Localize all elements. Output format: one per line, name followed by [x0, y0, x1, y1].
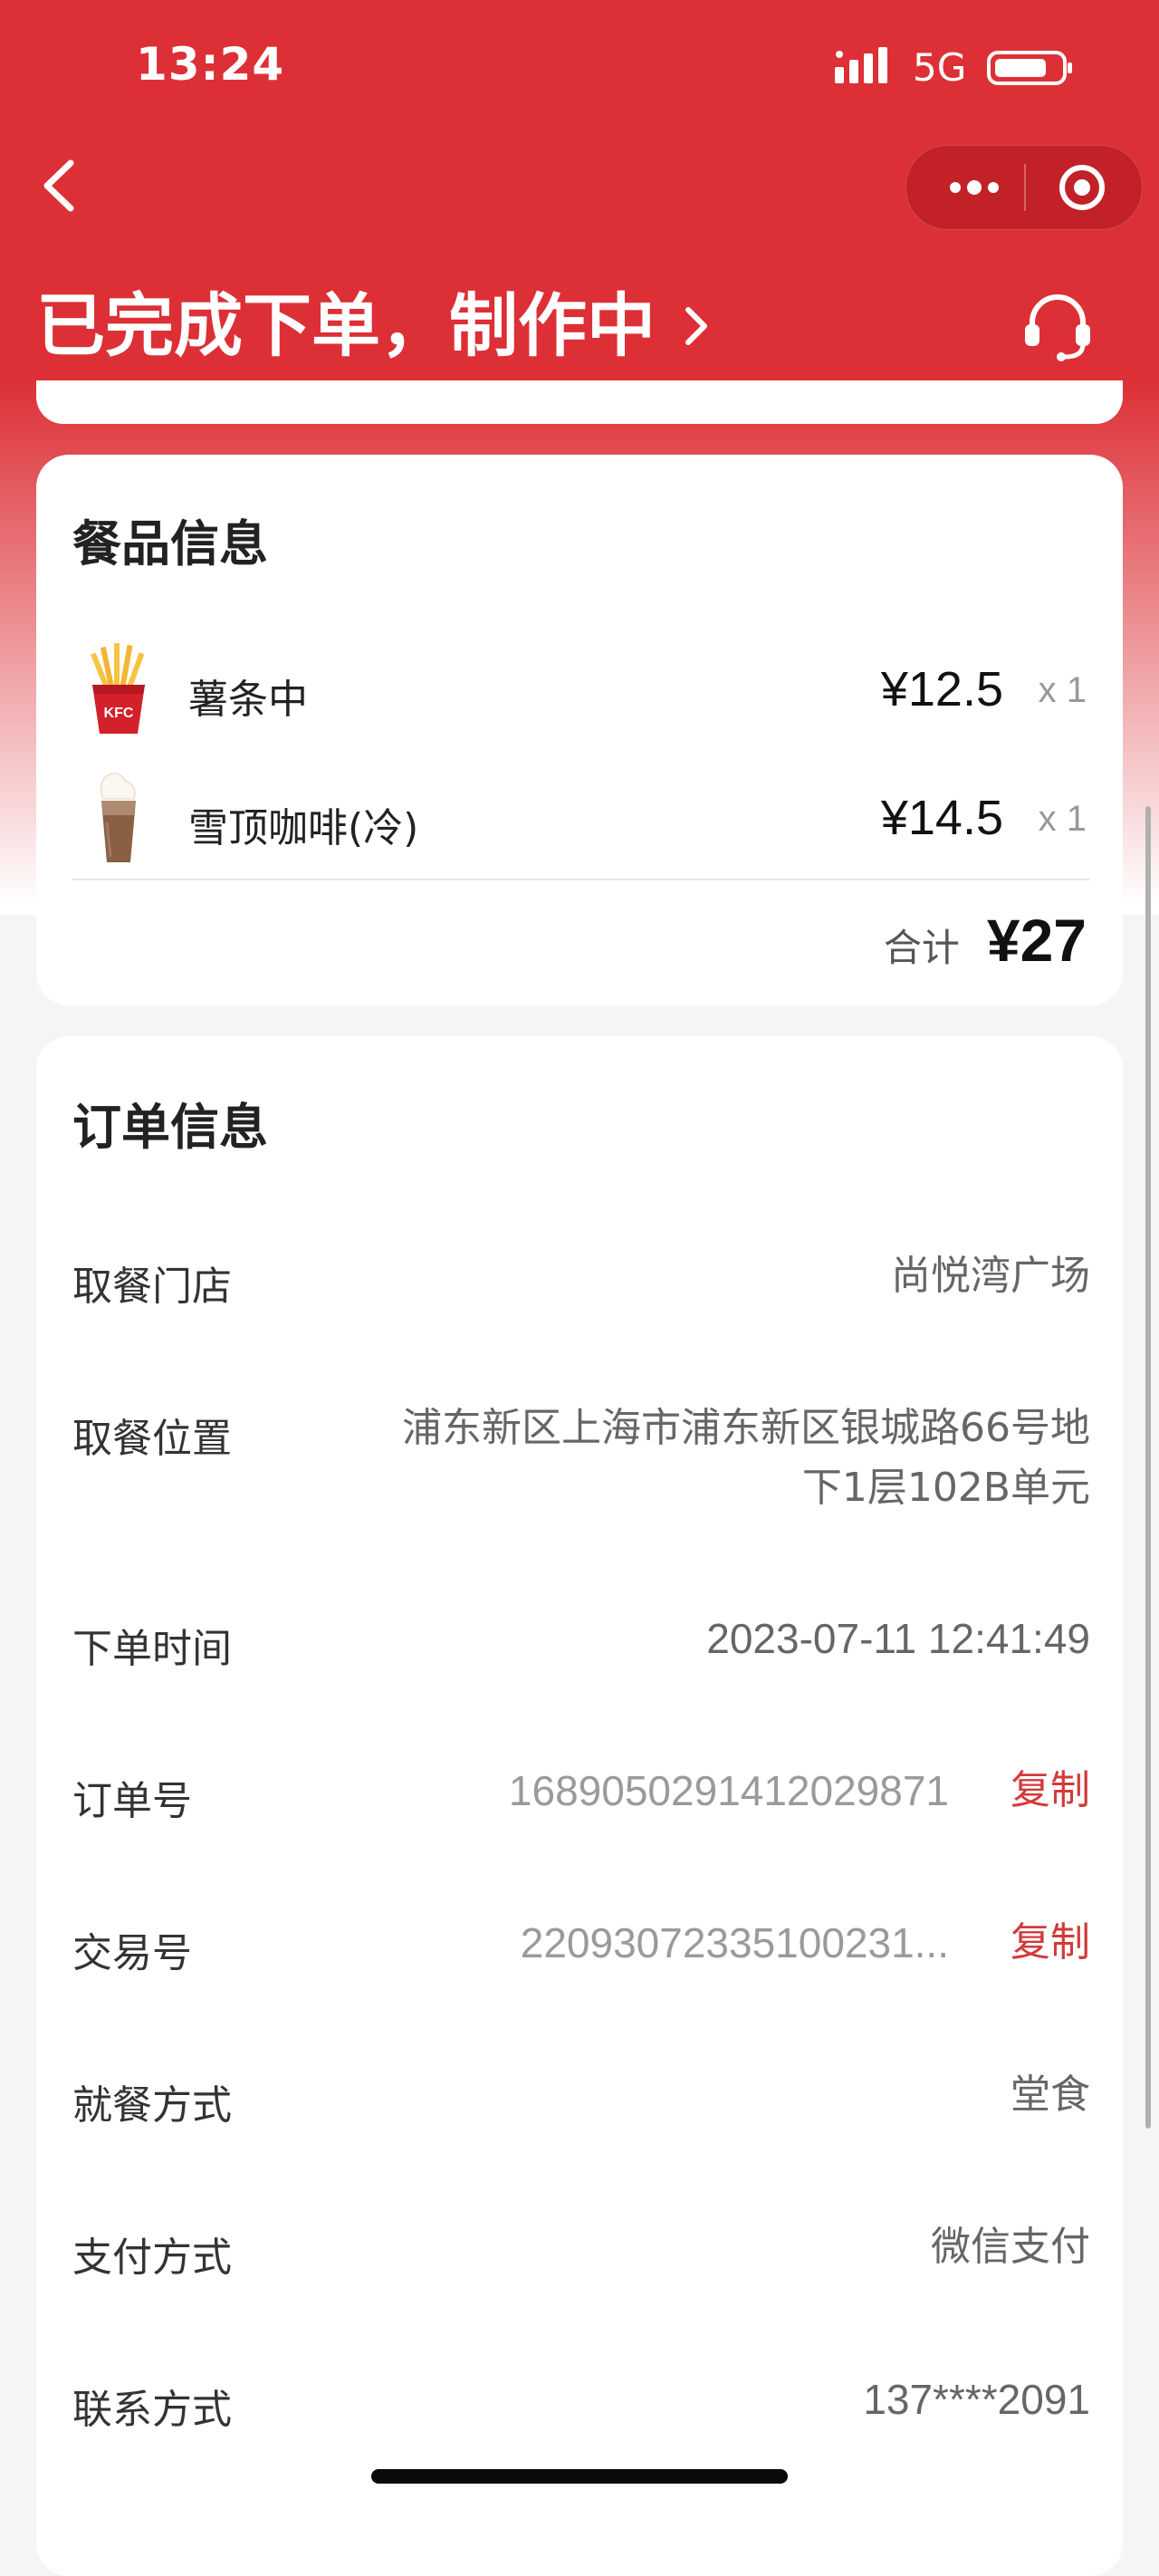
- more-dots-icon[interactable]: [943, 165, 1006, 210]
- chevron-left-icon[interactable]: [36, 154, 91, 217]
- info-label: 取餐位置: [72, 1416, 232, 1462]
- info-value: 137****2091: [863, 2376, 1090, 2423]
- info-value: 22093072335100231...: [520, 1919, 949, 1966]
- food-quantity: x 1: [1038, 799, 1087, 839]
- food-info-card: 餐品信息 KFC 薯条中 ¥12.5 x 1 雪顶咖啡(冷) ¥14.5 x 1…: [36, 455, 1123, 1005]
- home-indicator: [371, 2469, 788, 2484]
- network-type: 5G: [913, 45, 967, 90]
- info-label: 支付方式: [72, 2235, 232, 2281]
- copy-order-number-button[interactable]: 复制: [1011, 1761, 1090, 1821]
- total-label: 合计: [883, 926, 960, 970]
- status-time: 13:24: [136, 38, 285, 91]
- fries-icon: KFC: [90, 643, 145, 734]
- battery-icon: [987, 51, 1072, 85]
- order-info-card: 订单信息 取餐门店 尚悦湾广场 取餐位置 浦东新区上海市浦东新区银城路66号地下…: [36, 1036, 1123, 2576]
- info-label: 下单时间: [72, 1626, 232, 1672]
- info-label: 交易号: [72, 1930, 192, 1976]
- order-status-text: 已完成下单，制作中: [36, 285, 656, 366]
- info-label: 取餐门店: [72, 1264, 232, 1310]
- order-status-link[interactable]: 已完成下单，制作中: [36, 281, 715, 371]
- signal-strength-icon: [835, 47, 887, 83]
- order-card-title: 订单信息: [72, 1099, 268, 1156]
- food-card-title: 餐品信息: [72, 515, 268, 572]
- food-price: ¥12.5: [880, 662, 1003, 716]
- divider: [72, 879, 1090, 880]
- food-name: 雪顶咖啡(冷): [188, 805, 419, 851]
- total-value: ¥27: [986, 907, 1087, 974]
- target-circle-icon[interactable]: [1057, 162, 1107, 213]
- headset-icon[interactable]: [1020, 288, 1096, 364]
- copy-transaction-number-button[interactable]: 复制: [1011, 1913, 1090, 1973]
- scrollbar[interactable]: [1145, 806, 1151, 2129]
- mini-program-capsule: [905, 145, 1143, 230]
- info-value: 尚悦湾广场: [891, 1253, 1090, 1299]
- info-value: 2023-07-11 12:41:49: [706, 1615, 1090, 1662]
- info-value: 堂食: [1011, 2071, 1090, 2118]
- food-price: ¥14.5: [880, 791, 1003, 845]
- info-label: 订单号: [72, 1778, 192, 1824]
- food-quantity: x 1: [1038, 670, 1087, 710]
- info-value: 浦东新区上海市浦东新区银城路66号地下1层102B单元: [402, 1405, 1090, 1511]
- list-item: 雪顶咖啡(冷) ¥14.5 x 1: [36, 759, 1123, 877]
- iced-coffee-icon: [100, 773, 136, 862]
- total-row: 合计 ¥27: [884, 906, 1087, 975]
- svg-text:KFC: KFC: [104, 706, 134, 721]
- food-name: 薯条中: [188, 677, 308, 723]
- info-label: 就餐方式: [72, 2082, 232, 2129]
- info-value: 微信支付: [931, 2224, 1090, 2270]
- capsule-divider: [1024, 164, 1026, 211]
- info-label: 联系方式: [72, 2387, 232, 2433]
- status-card-bottom: [36, 380, 1123, 424]
- info-value: 1689050291412029871: [508, 1767, 949, 1814]
- chevron-right-icon: [685, 307, 707, 345]
- status-bar: 13:24 5G: [0, 0, 1159, 136]
- list-item: KFC 薯条中 ¥12.5 x 1: [36, 630, 1123, 748]
